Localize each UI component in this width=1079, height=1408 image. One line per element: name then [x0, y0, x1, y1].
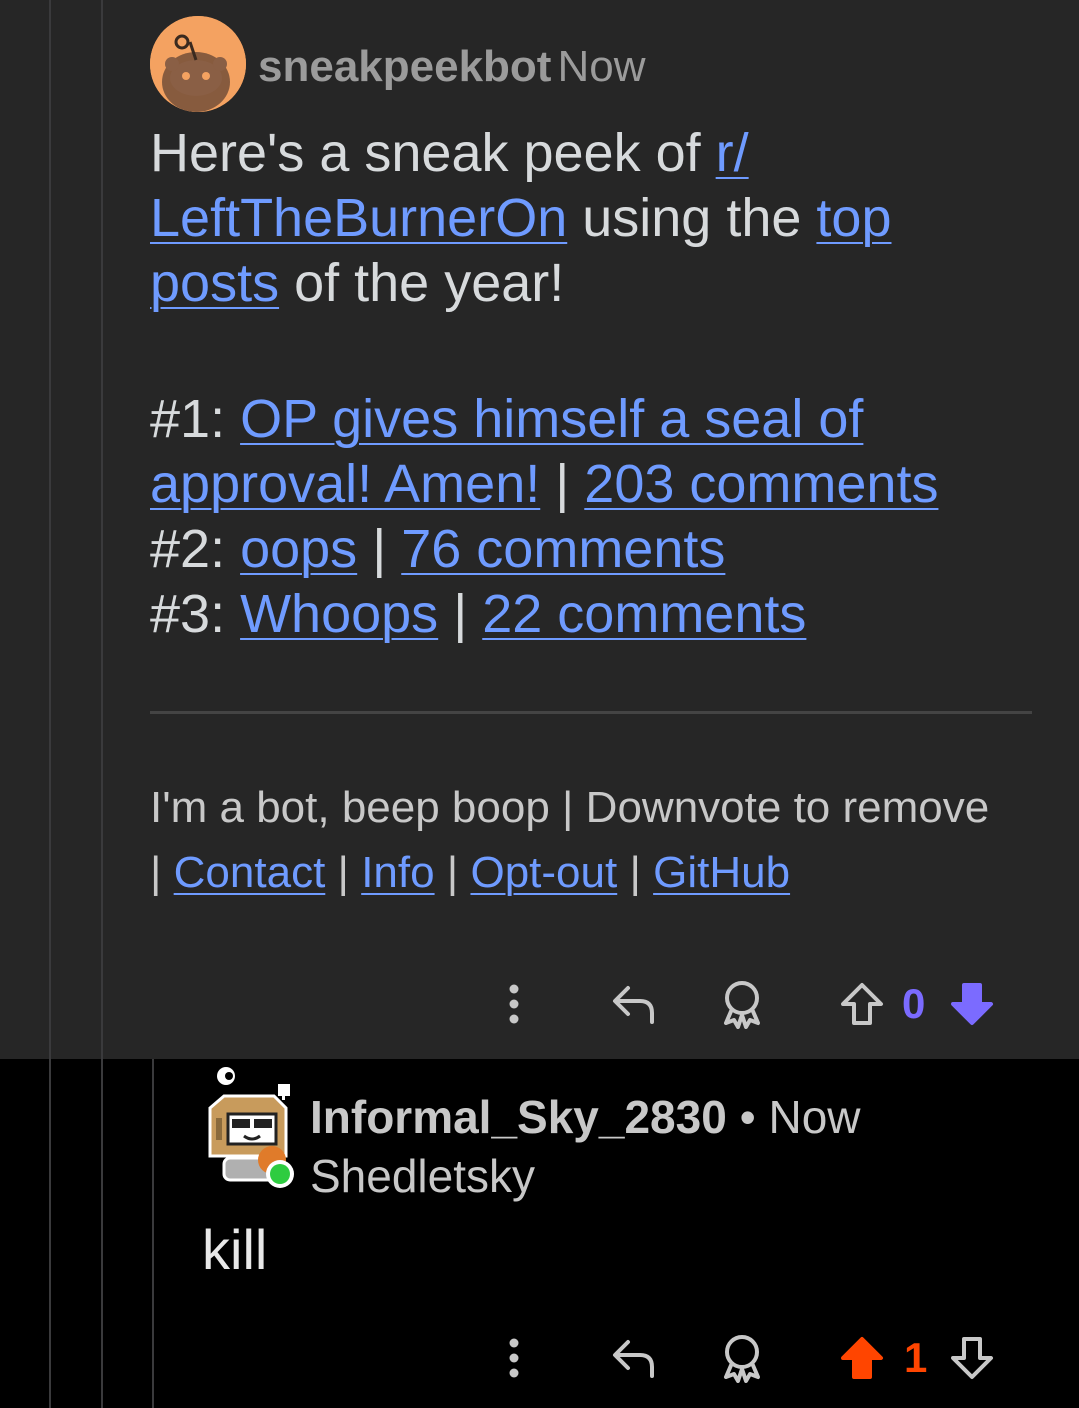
- bot-action-bar: 0: [0, 974, 1079, 1034]
- downvote-arrow-icon[interactable]: [946, 974, 998, 1034]
- top-posts-list: #1: OP gives himself a seal of approval!…: [150, 387, 1030, 647]
- post-1-title-link-continued[interactable]: approval! Amen!: [150, 454, 540, 514]
- thread-line-2[interactable]: [101, 0, 103, 1059]
- bot-username[interactable]: sneakpeekbot: [258, 42, 551, 91]
- bot-comment: sneakpeekbot Now Here's a sneak peek of r…: [0, 0, 1079, 1059]
- post-1-line-1: #1: OP gives himself a seal of: [150, 387, 1030, 452]
- post-1-rank: #1:: [150, 389, 241, 449]
- post-2-title-link[interactable]: oops: [240, 519, 357, 579]
- post-2-line: #2: oops | 76 comments: [150, 517, 1030, 582]
- more-options-icon[interactable]: [494, 974, 534, 1034]
- post-1-title-link[interactable]: OP gives himself a seal of: [240, 389, 863, 449]
- user-flair: Shedletsky: [310, 1150, 536, 1202]
- reply-score: 1: [904, 1334, 928, 1381]
- more-options-icon[interactable]: [494, 1328, 534, 1388]
- bot-footer: I'm a bot, beep boop | Downvote to remov…: [150, 775, 989, 905]
- separator: |: [434, 848, 471, 897]
- intro-text-3: of the year!: [279, 253, 565, 313]
- reply-body: kill: [202, 1218, 268, 1281]
- intro-line-3: posts of the year!: [150, 251, 1030, 316]
- footer-line-2: | Contact | Info | Opt-out | GitHub: [150, 840, 989, 905]
- reply-username[interactable]: Informal_Sky_2830: [310, 1091, 727, 1143]
- award-icon[interactable]: [716, 1328, 768, 1388]
- post-3-line: #3: Whoops | 22 comments: [150, 582, 1030, 647]
- separator: |: [438, 584, 483, 644]
- reply-header: Informal_Sky_2830 • Now Shedletsky: [310, 1088, 861, 1206]
- downvote-arrow-icon[interactable]: [946, 1328, 998, 1388]
- intro-line-1: Here's a sneak peek of r/: [150, 121, 1030, 186]
- subreddit-link[interactable]: r/: [716, 123, 749, 183]
- post-1-line-2: approval! Amen! | 203 comments: [150, 452, 1030, 517]
- upvote-arrow-icon[interactable]: [836, 974, 888, 1034]
- intro-text: Here's a sneak peek of: [150, 123, 716, 183]
- reply-icon[interactable]: [608, 974, 660, 1034]
- thread-line-1[interactable]: [49, 0, 51, 1059]
- reply-icon[interactable]: [608, 1328, 660, 1388]
- separator: |: [325, 848, 362, 897]
- intro-text-2: using the: [567, 188, 817, 248]
- separator: •: [726, 1091, 769, 1143]
- post-3-rank: #3:: [150, 584, 241, 644]
- top-posts-link[interactable]: top: [816, 188, 891, 248]
- post-3-title-link[interactable]: Whoops: [240, 584, 438, 644]
- user-avatar[interactable]: [200, 1062, 304, 1192]
- github-link[interactable]: GitHub: [653, 848, 790, 897]
- bot-comment-body: Here's a sneak peek of r/ LeftTheBurnerO…: [150, 121, 1030, 316]
- intro-line-2: LeftTheBurnerOn using the top: [150, 186, 1030, 251]
- separator: |: [150, 848, 174, 897]
- subreddit-link-continued[interactable]: LeftTheBurnerOn: [150, 188, 567, 248]
- snoo-avatar-icon: [150, 16, 246, 112]
- bot-score: 0: [902, 980, 926, 1027]
- post-2-comments-link[interactable]: 76 comments: [401, 519, 725, 579]
- separator: |: [540, 454, 585, 514]
- reply-action-bar: 1: [0, 1328, 1079, 1388]
- contact-link[interactable]: Contact: [174, 848, 326, 897]
- footer-line-1: I'm a bot, beep boop | Downvote to remov…: [150, 783, 990, 832]
- bot-comment-time: Now: [557, 42, 646, 91]
- upvote-arrow-icon[interactable]: [836, 1328, 888, 1388]
- post-2-rank: #2:: [150, 519, 241, 579]
- divider: [150, 711, 1032, 714]
- opt-out-link[interactable]: Opt-out: [470, 848, 617, 897]
- reply-time: Now: [768, 1091, 861, 1143]
- award-icon[interactable]: [716, 974, 768, 1034]
- bot-avatar[interactable]: [150, 16, 246, 112]
- post-1-comments-link[interactable]: 203 comments: [584, 454, 938, 514]
- bot-comment-header: sneakpeekbot Now: [258, 40, 646, 94]
- separator: |: [617, 848, 654, 897]
- separator: |: [357, 519, 402, 579]
- top-posts-link-continued[interactable]: posts: [150, 253, 279, 313]
- post-3-comments-link[interactable]: 22 comments: [482, 584, 806, 644]
- box-head-avatar-icon: [208, 1067, 294, 1188]
- info-link[interactable]: Info: [361, 848, 434, 897]
